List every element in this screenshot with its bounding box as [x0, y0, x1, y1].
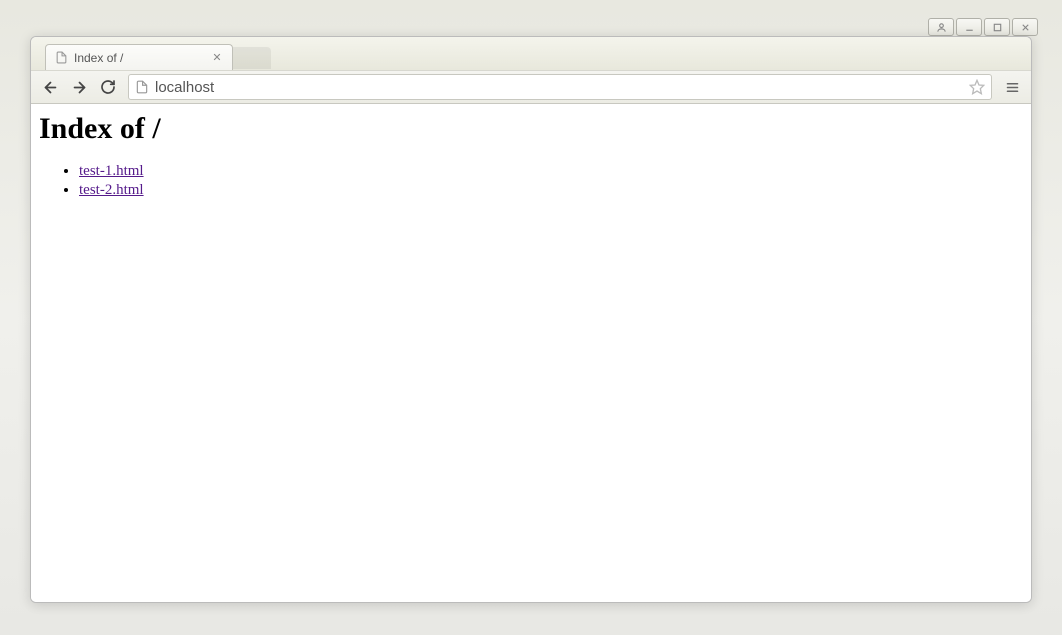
new-tab-area[interactable]: [231, 47, 271, 69]
site-icon: [135, 80, 149, 94]
bookmark-star-icon[interactable]: [969, 79, 985, 95]
user-button[interactable]: [928, 18, 954, 36]
tab-bar: Index of / ✕: [31, 37, 1031, 70]
back-button[interactable]: [37, 74, 63, 100]
file-list: test-1.html test-2.html: [79, 162, 1023, 200]
toolbar: [31, 70, 1031, 104]
browser-tab[interactable]: Index of / ✕: [45, 44, 233, 70]
browser-window: Index of / ✕ Index of /: [30, 36, 1032, 603]
page-heading: Index of /: [39, 112, 1023, 146]
close-window-button[interactable]: [1012, 18, 1038, 36]
file-link[interactable]: test-2.html: [79, 182, 144, 198]
address-bar[interactable]: [128, 74, 992, 100]
page-content: Index of / test-1.html test-2.html: [31, 104, 1031, 602]
close-tab-icon[interactable]: ✕: [210, 51, 224, 65]
reload-button[interactable]: [95, 74, 121, 100]
forward-button[interactable]: [66, 74, 92, 100]
maximize-button[interactable]: [984, 18, 1010, 36]
tab-title: Index of /: [74, 51, 204, 65]
os-window-controls: [928, 18, 1038, 36]
menu-button[interactable]: [999, 74, 1025, 100]
list-item: test-1.html: [79, 162, 1023, 181]
page-icon: [54, 51, 68, 65]
list-item: test-2.html: [79, 181, 1023, 200]
url-input[interactable]: [155, 79, 963, 96]
minimize-button[interactable]: [956, 18, 982, 36]
file-link[interactable]: test-1.html: [79, 163, 144, 179]
